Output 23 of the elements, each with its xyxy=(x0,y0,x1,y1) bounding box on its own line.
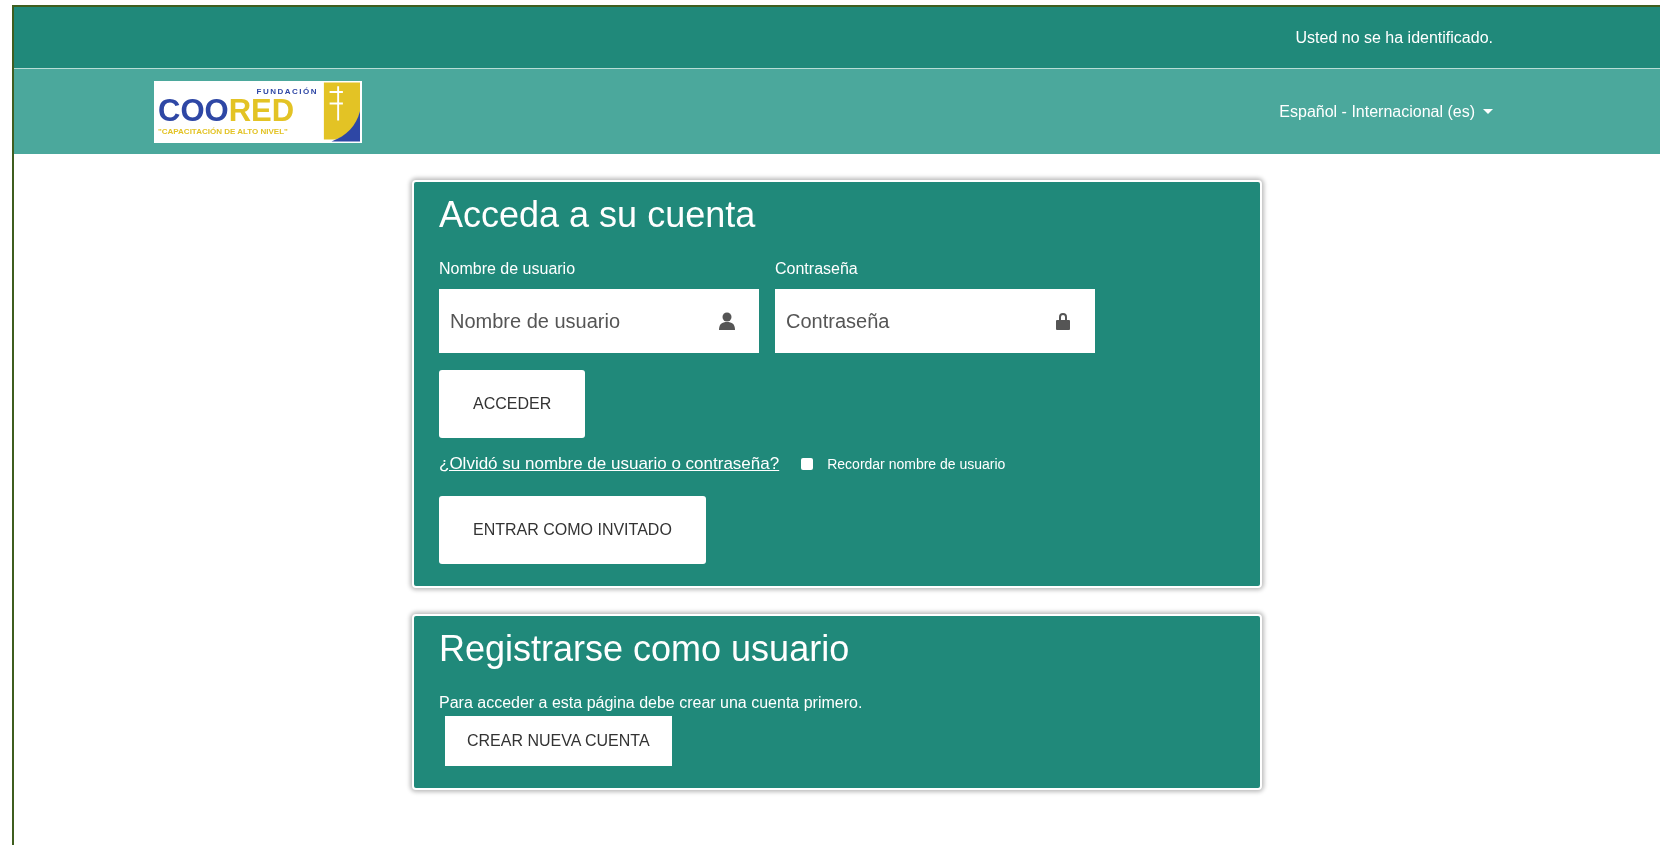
logo-wordmark: COO xyxy=(158,95,229,126)
forgot-password-link[interactable]: ¿Olvidó su nombre de usuario o contraseña? xyxy=(439,454,780,474)
user-icon xyxy=(719,312,735,330)
input-field[interactable]: Nombre de usuario xyxy=(439,289,759,353)
logo-subtitle: FUNDACIÓN xyxy=(256,86,318,96)
logo[interactable]: FUNDACIÓN COORED "CAPACITACIÓN DE ALTO NIVEL" xyxy=(154,80,362,143)
guest-login-button[interactable]: ENTRAR COMO INVITADO xyxy=(439,496,706,564)
card-title: Acceda a su cuenta xyxy=(439,194,757,236)
remember-checkbox[interactable] xyxy=(801,458,814,470)
field-label: Contraseña xyxy=(775,260,859,278)
card-title: Registrarse como usuario xyxy=(439,628,851,670)
checkbox-label: Recordar nombre de usuario xyxy=(827,456,1006,472)
login-button[interactable]: ACCEDER xyxy=(439,370,586,438)
input-field[interactable]: Contraseña xyxy=(775,289,1095,353)
logo-emblem-icon xyxy=(322,81,360,142)
login-status: Usted no se ha identificado. xyxy=(1295,28,1493,47)
field-label: Nombre de usuario xyxy=(439,260,577,278)
logo-tagline: "CAPACITACIÓN DE ALTO NIVEL" xyxy=(158,125,289,137)
lock-icon xyxy=(1055,312,1071,330)
create-account-button[interactable]: CREAR NUEVA CUENTA xyxy=(445,716,672,766)
logo-wordmark: RED xyxy=(228,95,295,126)
signup-text: Para acceder a esta página debe crear una cuenta primero. xyxy=(439,694,864,712)
caret-icon xyxy=(1483,109,1493,114)
